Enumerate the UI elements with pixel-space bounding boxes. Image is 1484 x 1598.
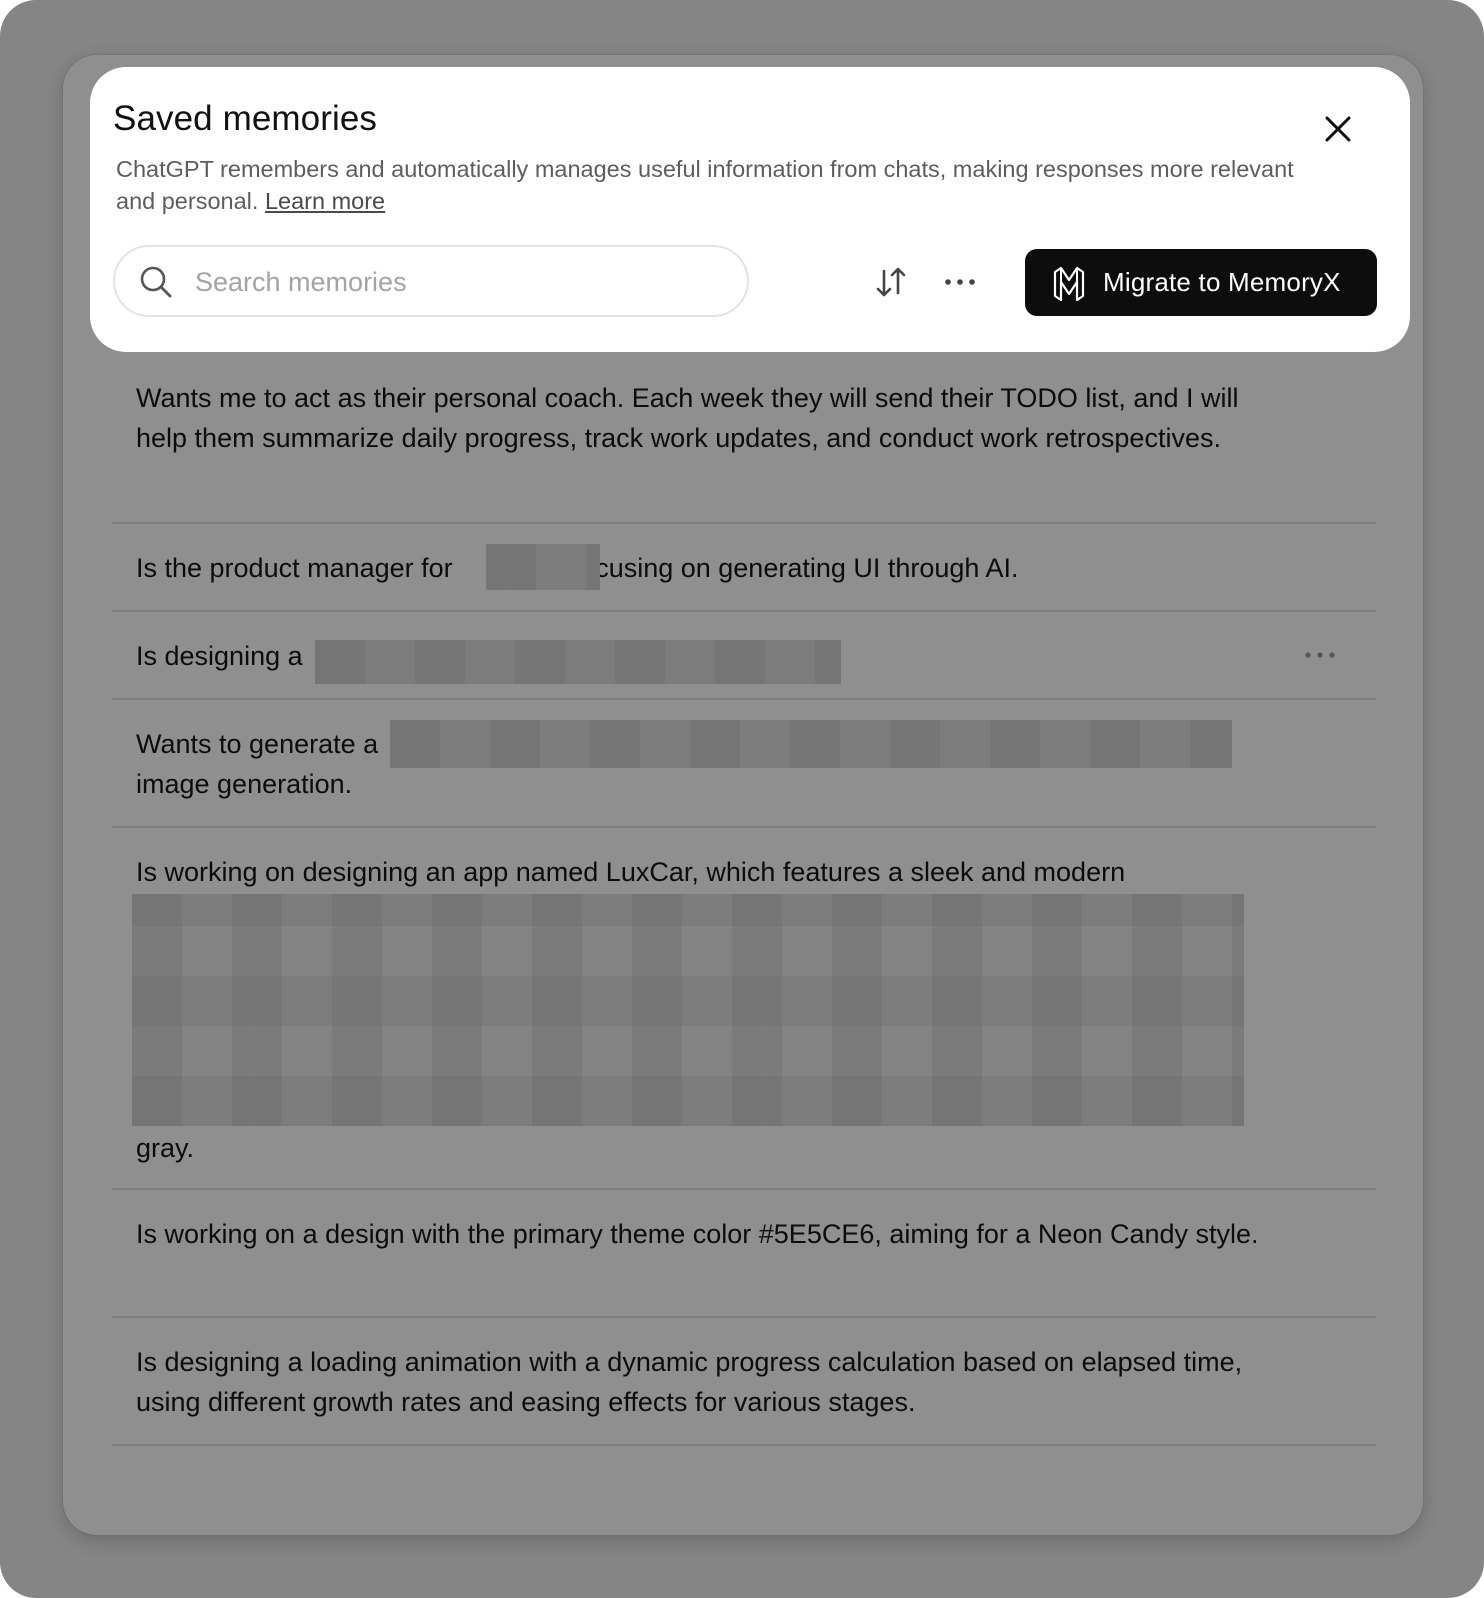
dialog-title: Saved memories — [113, 99, 378, 138]
search-icon — [140, 266, 172, 298]
memory-text-start: Wants to generate a — [136, 729, 379, 759]
sort-button[interactable] — [872, 263, 910, 301]
memory-item[interactable]: Is the product manager for focusing on ge… — [112, 524, 1376, 612]
memory-more-button[interactable] — [1302, 640, 1338, 670]
memory-text-start: Is the product manager for — [136, 553, 453, 583]
memory-text: Is the product manager for focusing on ge… — [136, 548, 1266, 588]
ellipsis-icon — [1305, 652, 1335, 658]
ellipsis-icon — [945, 279, 975, 285]
memory-text: Is working on designing an app named Lux… — [136, 857, 1126, 887]
memoryx-logo-icon — [1053, 266, 1085, 301]
dialog-description: ChatGPT remembers and automatically mana… — [116, 153, 1306, 217]
learn-more-link[interactable]: Learn more — [265, 188, 385, 214]
memory-text: Is working on a design with the primary … — [136, 1219, 1259, 1249]
search-field[interactable] — [113, 245, 749, 317]
migrate-to-memoryx-button[interactable]: Migrate to MemoryX — [1025, 249, 1377, 316]
close-button[interactable] — [1318, 109, 1358, 149]
search-input[interactable] — [193, 257, 727, 307]
dialog-header: Saved memories ChatGPT remembers and aut… — [90, 67, 1410, 352]
memory-text: Is designing a loading animation with a … — [136, 1347, 1243, 1417]
memory-item[interactable]: Is designing a loading animation with a … — [112, 1318, 1376, 1446]
memory-item[interactable]: Is designing a — [112, 612, 1376, 700]
redacted-content — [486, 544, 600, 590]
redacted-content — [390, 720, 1232, 768]
redacted-content — [315, 640, 841, 684]
memory-text-end: focusing on generating UI through AI. — [572, 553, 1019, 583]
sort-arrows-icon — [876, 267, 906, 297]
redacted-content — [132, 894, 1244, 1126]
memory-text-end: gray. — [136, 1133, 195, 1163]
migrate-label: Migrate to MemoryX — [1103, 267, 1341, 297]
memory-text: Wants me to act as their personal coach.… — [136, 383, 1239, 453]
memory-text-end: image generation. — [136, 769, 353, 799]
memory-list: Wants me to act as their personal coach.… — [112, 352, 1376, 1446]
memory-item[interactable]: Is working on designing an app named Lux… — [112, 828, 1376, 1190]
close-icon — [1325, 116, 1351, 142]
memory-item[interactable]: Wants me to act as their personal coach.… — [112, 352, 1376, 524]
more-options-button[interactable] — [942, 267, 978, 297]
memory-item[interactable]: Is working on a design with the primary … — [112, 1190, 1376, 1318]
memory-item[interactable]: Wants to generate a image generation. — [112, 700, 1376, 828]
